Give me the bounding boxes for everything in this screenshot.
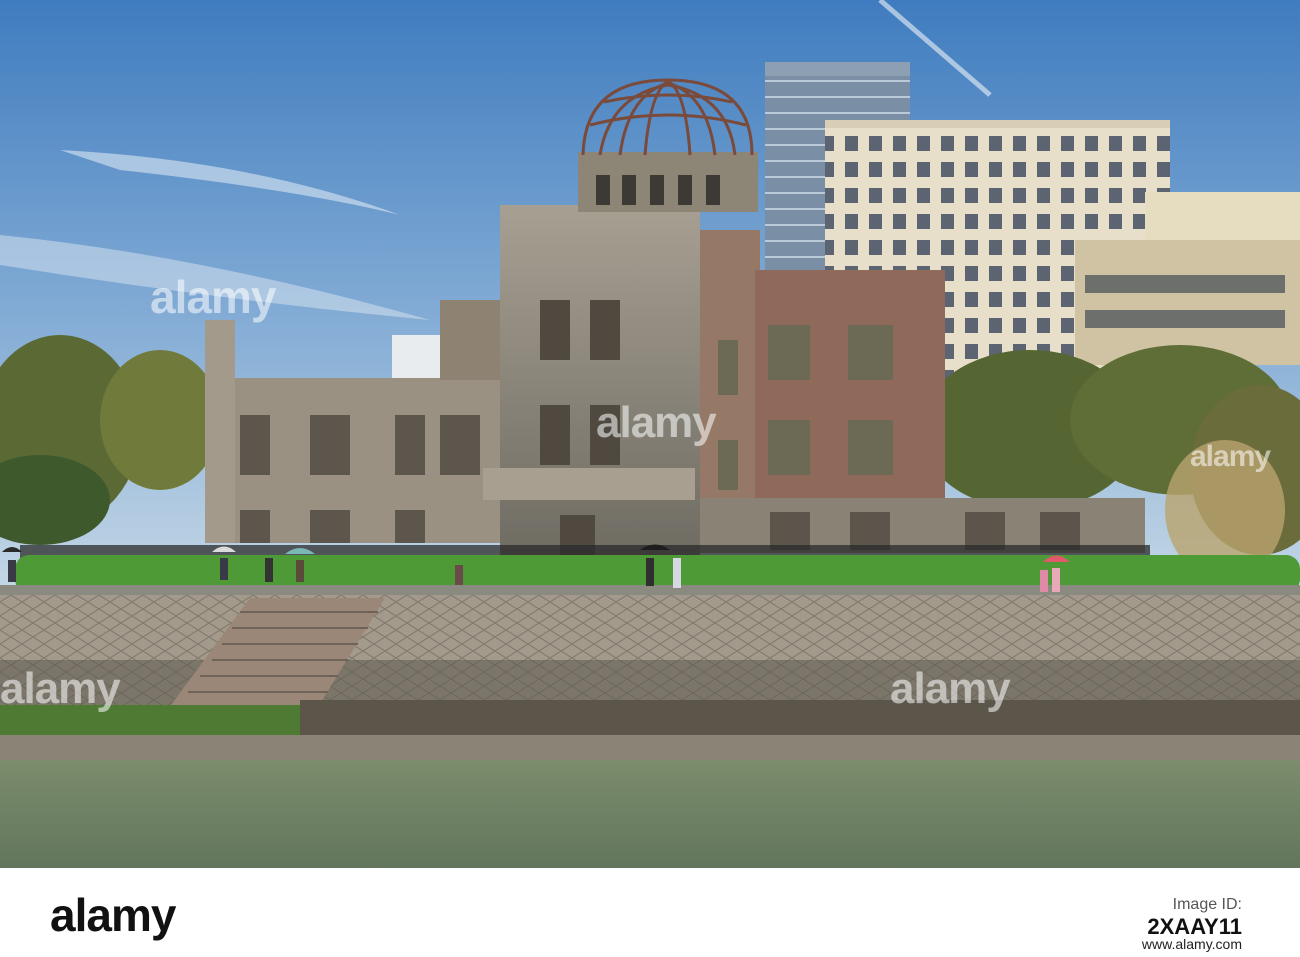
dome-drum — [578, 152, 758, 212]
grass-bank — [0, 705, 330, 740]
website-url: www.alamy.com — [1141, 936, 1242, 952]
image-info: Image ID: 2XAAY11 — [1147, 894, 1242, 941]
white-building — [392, 335, 447, 380]
image-id-label: Image ID: — [1172, 896, 1242, 913]
ruin-tower — [483, 205, 700, 555]
river-water — [0, 760, 1300, 868]
brand-logo: alamy — [50, 889, 176, 941]
stock-photo-page: alamy alamy alamy alamy alamy alamy Imag… — [0, 0, 1300, 957]
footer-band — [0, 868, 1300, 957]
photo-hiroshima-dome — [0, 0, 1300, 868]
